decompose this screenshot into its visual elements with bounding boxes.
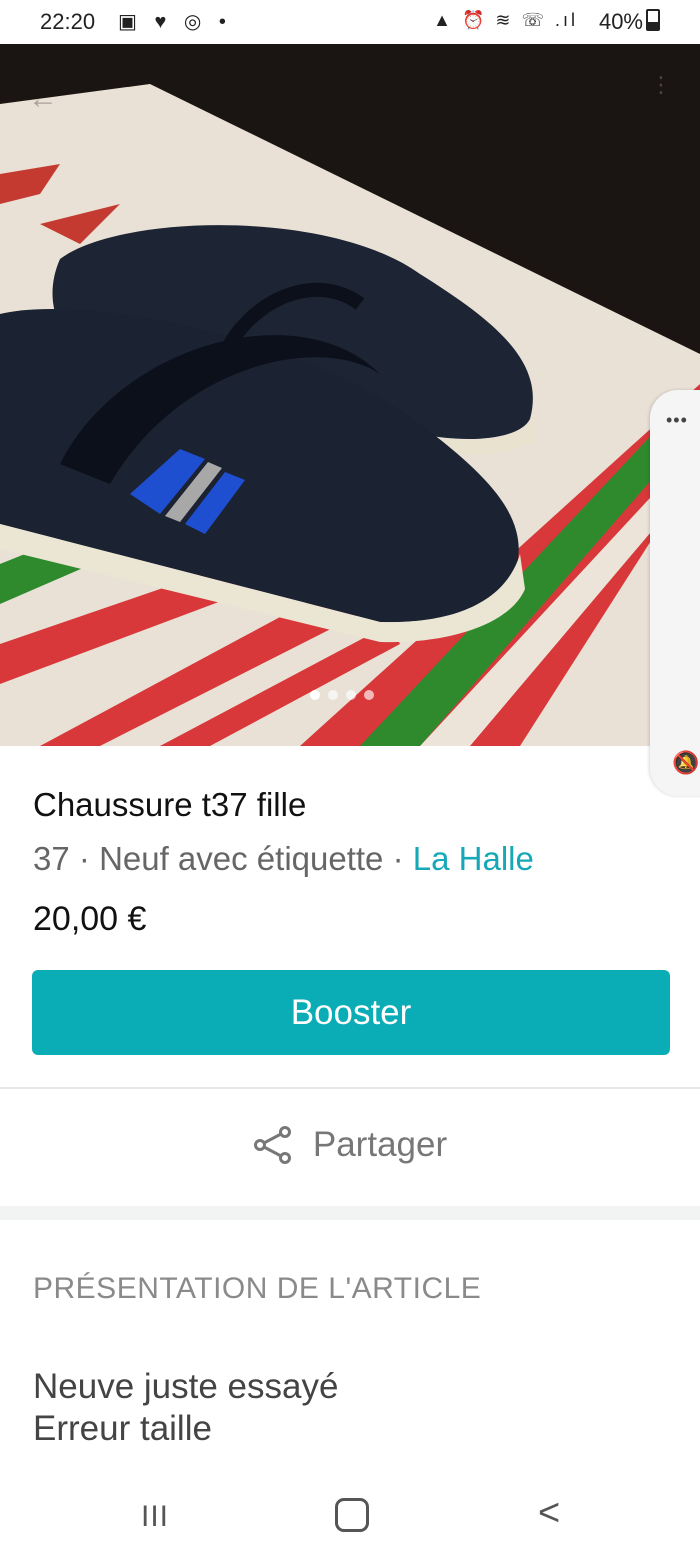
shoe-photo-illustration — [0, 44, 700, 746]
more-options-icon[interactable]: ⋮ — [650, 74, 672, 96]
product-photo[interactable] — [0, 44, 700, 746]
recents-icon[interactable]: III — [141, 1500, 169, 1534]
battery-percent: 40% — [598, 9, 643, 34]
system-nav-bar: III < — [0, 1470, 700, 1559]
brand-link[interactable]: La Halle — [413, 840, 534, 877]
bubble-more-icon[interactable]: ••• — [666, 410, 688, 431]
photo-pagination — [310, 690, 374, 700]
photo-dot-2[interactable] — [328, 690, 338, 700]
listing-title: Chaussure t37 fille — [33, 786, 307, 823]
separator: · — [392, 840, 404, 877]
listing-condition: Neuf avec étiquette — [99, 840, 384, 877]
home-icon[interactable] — [335, 1498, 369, 1532]
system-icons: ▲ ⏰ ≋ ☏ .ıl — [433, 10, 578, 30]
nav-back-icon[interactable]: < — [538, 1492, 560, 1535]
booster-button[interactable]: Booster — [32, 970, 670, 1055]
share-button[interactable]: Partager — [0, 1110, 700, 1180]
photo-dot-3[interactable] — [346, 690, 356, 700]
divider — [0, 1087, 700, 1089]
description-text: Neuve juste essayé Erreur taille — [33, 1366, 338, 1450]
notification-icons: ▣ ♥ ◎ • — [118, 11, 232, 33]
description-line: Neuve juste essayé — [33, 1367, 339, 1406]
listing-details: 37 · Neuf avec étiquette · La Halle — [33, 840, 534, 878]
description-line: Erreur taille — [33, 1409, 212, 1448]
back-arrow-icon[interactable]: ← — [28, 82, 58, 116]
status-bar: 22:20 ▣ ♥ ◎ • ▲ ⏰ ≋ ☏ .ıl 40% — [0, 0, 700, 44]
battery-icon — [646, 9, 660, 31]
section-separator — [0, 1206, 700, 1220]
mute-icon[interactable]: 🔕 — [672, 750, 699, 776]
status-time: 22:20 — [40, 9, 96, 34]
photo-dot-1[interactable] — [310, 690, 320, 700]
description-section-title: PRÉSENTATION DE L'ARTICLE — [33, 1272, 482, 1305]
separator: · — [78, 840, 90, 877]
battery-indicator: 40% — [599, 9, 660, 35]
floating-bubble-panel[interactable]: ••• 🔕 — [650, 390, 700, 796]
listing-size: 37 — [33, 840, 70, 877]
listing-price: 20,00 € — [33, 900, 147, 938]
share-icon — [253, 1126, 291, 1164]
share-label: Partager — [312, 1125, 448, 1164]
photo-dot-4[interactable] — [364, 690, 374, 700]
